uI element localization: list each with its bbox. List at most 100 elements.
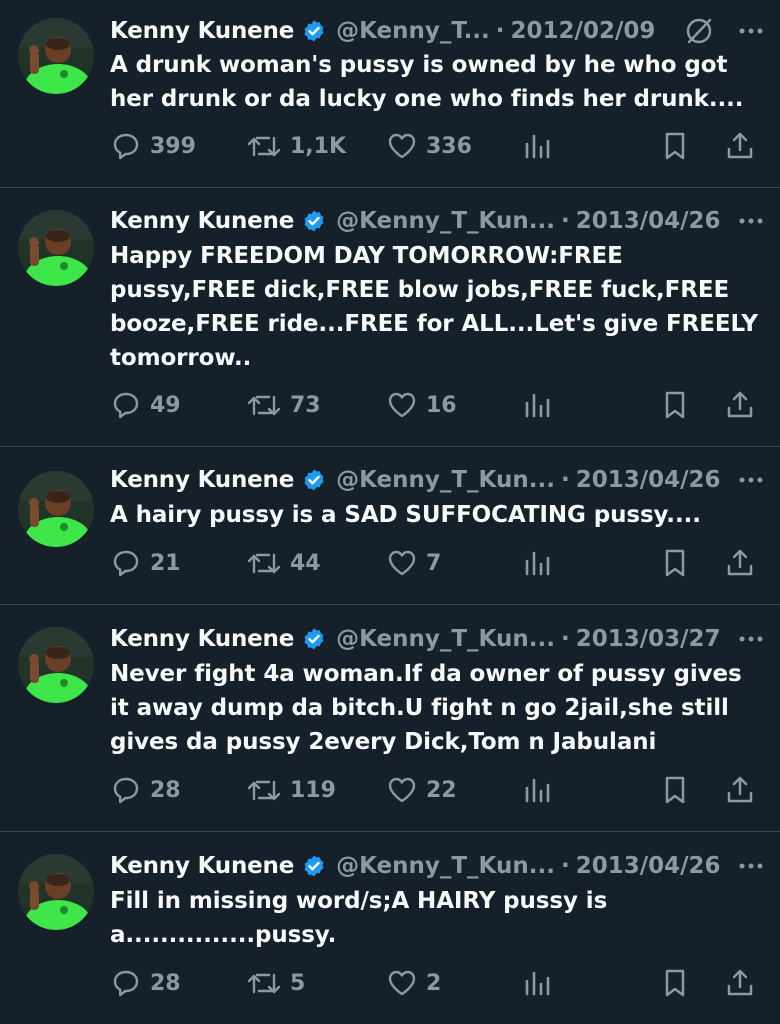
more-icon[interactable] (736, 206, 766, 236)
reply-button[interactable]: 49 (110, 385, 181, 425)
bookmark-icon (665, 391, 685, 419)
heart-icon (388, 392, 416, 418)
share-button[interactable] (724, 963, 756, 1003)
like-button[interactable]: 16 (386, 385, 457, 425)
avatar-image (18, 627, 94, 703)
tweet-date[interactable]: 2013/03/27 (576, 622, 721, 656)
reply-count: 28 (150, 970, 181, 996)
avatar[interactable] (18, 210, 94, 286)
like-count: 7 (426, 550, 442, 576)
tweet-card[interactable]: Kenny Kunene @Kenny_T_Kun... · 2013/04/2… (0, 188, 780, 447)
reply-button[interactable]: 28 (110, 770, 181, 810)
bookmark-button[interactable] (660, 543, 690, 583)
verified-badge-icon (304, 20, 324, 42)
like-count: 2 (426, 970, 442, 996)
author-handle[interactable]: @Kenny_T_Kun... (336, 849, 555, 883)
tweet-card[interactable]: Kenny Kunene @Kenny_T... · 2012/02/09 A … (0, 0, 780, 188)
grok-icon[interactable] (684, 16, 714, 46)
like-button[interactable]: 336 (386, 126, 472, 166)
separator-dot: · (560, 626, 570, 652)
retweet-count: 1,1K (290, 133, 347, 159)
avatar-image (18, 854, 94, 930)
like-button[interactable]: 7 (386, 543, 441, 583)
share-icon (727, 549, 753, 576)
retweet-button[interactable]: 1,1K (246, 126, 346, 166)
share-button[interactable] (724, 543, 756, 583)
tweet-date[interactable]: 2012/02/09 (511, 14, 656, 48)
share-button[interactable] (724, 385, 756, 425)
more-icon[interactable] (736, 16, 766, 46)
separator-dot: · (560, 467, 570, 493)
tweet-date[interactable]: 2013/04/26 (576, 849, 721, 883)
retweet-button[interactable]: 44 (246, 543, 321, 583)
bookmark-button[interactable] (660, 385, 690, 425)
tweet-card[interactable]: Kenny Kunene @Kenny_T_Kun... · 2013/04/2… (0, 832, 780, 1024)
avatar[interactable] (18, 627, 94, 703)
more-icon[interactable] (736, 465, 766, 495)
analytics-icon (525, 551, 550, 576)
retweet-button[interactable]: 73 (246, 385, 321, 425)
tweet-text: A drunk woman's pussy is owned by he who… (110, 52, 744, 112)
reply-count: 21 (150, 550, 181, 576)
reply-button[interactable]: 21 (110, 543, 181, 583)
bookmark-icon (665, 969, 685, 997)
action-bar: 399 1,1K 336 (110, 126, 758, 166)
tweet-header: Kenny Kunene @Kenny_T_Kun... · 2013/04/2… (110, 463, 766, 497)
retweet-button[interactable]: 119 (246, 770, 336, 810)
like-button[interactable]: 22 (386, 770, 457, 810)
share-icon (727, 132, 753, 159)
heart-icon (388, 970, 416, 996)
views-button[interactable] (522, 126, 552, 166)
reply-button[interactable]: 399 (110, 126, 196, 166)
author-handle[interactable]: @Kenny_T_Kun... (336, 463, 555, 497)
reply-button[interactable]: 28 (110, 963, 181, 1003)
views-button[interactable] (522, 543, 552, 583)
more-icon[interactable] (736, 851, 766, 881)
author-name[interactable]: Kenny Kunene (110, 463, 294, 497)
avatar-image (18, 471, 94, 547)
avatar-image (18, 210, 94, 286)
views-button[interactable] (522, 385, 552, 425)
share-button[interactable] (724, 770, 756, 810)
separator-dot: · (560, 208, 570, 234)
tweet-card[interactable]: Kenny Kunene @Kenny_T_Kun... · 2013/03/2… (0, 605, 780, 832)
avatar[interactable] (18, 854, 94, 930)
reply-icon (113, 777, 139, 804)
author-handle[interactable]: @Kenny_T... (336, 14, 490, 48)
avatar[interactable] (18, 471, 94, 547)
tweet-text: A hairy pussy is a SAD SUFFOCATING pussy… (110, 502, 701, 528)
reply-count: 28 (150, 777, 181, 803)
tweet-date[interactable]: 2013/04/26 (576, 463, 721, 497)
author-handle[interactable]: @Kenny_T_Kun... (336, 204, 555, 238)
tweet-date[interactable]: 2013/04/26 (576, 204, 721, 238)
like-button[interactable]: 2 (386, 963, 441, 1003)
tweet-card[interactable]: Kenny Kunene @Kenny_T_Kun... · 2013/04/2… (0, 447, 780, 605)
retweet-button[interactable]: 5 (246, 963, 305, 1003)
bookmark-button[interactable] (660, 770, 690, 810)
author-name[interactable]: Kenny Kunene (110, 14, 294, 48)
bookmark-button[interactable] (660, 963, 690, 1003)
avatar[interactable] (18, 18, 94, 94)
retweet-count: 73 (290, 392, 321, 418)
share-button[interactable] (724, 126, 756, 166)
author-handle[interactable]: @Kenny_T_Kun... (336, 622, 555, 656)
bookmark-icon (665, 776, 685, 804)
retweet-icon (247, 136, 281, 157)
views-button[interactable] (522, 963, 552, 1003)
more-icon[interactable] (736, 624, 766, 654)
heart-icon (388, 133, 416, 159)
author-name[interactable]: Kenny Kunene (110, 204, 294, 238)
verified-badge-icon (304, 210, 324, 232)
reply-icon (113, 970, 139, 997)
analytics-icon (525, 971, 550, 996)
retweet-count: 119 (290, 777, 336, 803)
bookmark-icon (665, 549, 685, 577)
author-name[interactable]: Kenny Kunene (110, 849, 294, 883)
separator-dot: · (495, 18, 505, 44)
author-name[interactable]: Kenny Kunene (110, 622, 294, 656)
action-bar: 28 119 22 (110, 770, 758, 810)
share-icon (727, 969, 753, 996)
bookmark-button[interactable] (660, 126, 690, 166)
bookmark-icon (665, 132, 685, 160)
views-button[interactable] (522, 770, 552, 810)
